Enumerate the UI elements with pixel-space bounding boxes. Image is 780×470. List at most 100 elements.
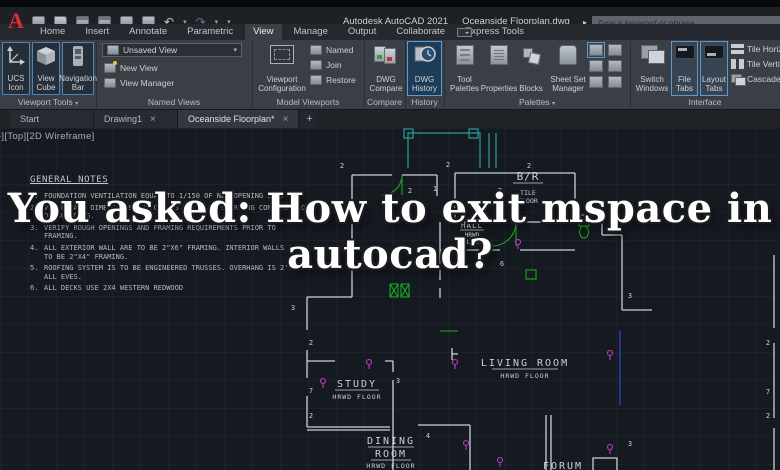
- file-tabs-toggle-button[interactable]: File Tabs: [671, 41, 698, 96]
- panel-label-model-viewports[interactable]: Model Viewports: [252, 97, 364, 107]
- panel-label-history[interactable]: History: [405, 97, 444, 107]
- view-cube-toggle-button[interactable]: View Cube: [32, 42, 60, 95]
- palette-mini-button-2-icon[interactable]: [608, 44, 622, 56]
- palette-mini-button-6-icon[interactable]: [608, 76, 622, 88]
- ribbon-display-toggle-icon[interactable]: [457, 28, 472, 37]
- tile-vertically-label[interactable]: Tile Vertically: [747, 59, 780, 69]
- switch-windows-icon: [641, 45, 665, 64]
- navigation-bar-toggle-button[interactable]: Navigation Bar: [59, 42, 97, 95]
- palette-mini-button-5-icon[interactable]: [589, 76, 603, 88]
- palette-mini-button-4-icon[interactable]: [608, 60, 622, 72]
- cascade-icon[interactable]: [731, 74, 746, 86]
- blocks-icon: [522, 45, 540, 65]
- keynote-number: 3: [396, 377, 400, 385]
- keynote-number: 4: [426, 432, 430, 440]
- keynote-number: 2: [446, 161, 450, 169]
- tab-home[interactable]: Home: [32, 24, 73, 40]
- tab-insert[interactable]: Insert: [77, 24, 117, 40]
- keynote-number: 3: [291, 304, 295, 312]
- properties-button[interactable]: Properties: [481, 41, 517, 96]
- headline-line-1: You asked: How to exit mspace in: [7, 185, 773, 232]
- menu-item-label: Join: [326, 60, 342, 70]
- panel-label-compare[interactable]: Compare: [364, 97, 405, 107]
- panel-label-named-views[interactable]: Named Views: [96, 97, 252, 107]
- tab-parametric[interactable]: Parametric: [179, 24, 241, 40]
- named-viewport-icon: [310, 45, 322, 55]
- autocad-logo[interactable]: A: [4, 8, 28, 36]
- room-label-dining: DINING: [367, 436, 415, 447]
- new-drawing-tab-button[interactable]: +: [301, 110, 318, 128]
- tab-collaborate[interactable]: Collaborate: [388, 24, 453, 40]
- tab-manage[interactable]: Manage: [286, 24, 336, 40]
- menu-item-label: Restore: [326, 75, 356, 85]
- file-tab-bar: Start Drawing1 × Oceanside Floorplan* × …: [0, 109, 780, 128]
- button-label: Navigation Bar: [59, 74, 97, 92]
- file-tab-drawing1[interactable]: Drawing1 ×: [94, 110, 178, 128]
- file-tab-label: Drawing1: [104, 114, 143, 124]
- tile-vertically-icon[interactable]: [731, 59, 744, 69]
- palette-mini-button-1-icon[interactable]: [587, 42, 605, 58]
- sheet-set-manager-icon: [559, 45, 577, 65]
- file-tab-start[interactable]: Start: [10, 110, 94, 128]
- keynote-number: 2: [309, 339, 313, 347]
- caret-down-icon: ▾: [552, 101, 556, 107]
- file-tab-oceanside-floorplan[interactable]: Oceanside Floorplan* ×: [178, 110, 300, 128]
- ucs-icon-toggle-button[interactable]: UCS Icon: [2, 42, 30, 95]
- button-label: UCS Icon: [7, 74, 25, 92]
- view-manager-button[interactable]: View Manager: [104, 78, 174, 88]
- keynote-number: 7: [309, 387, 313, 395]
- tab-view[interactable]: View: [245, 24, 282, 40]
- keynote-number: 3: [628, 440, 632, 448]
- dwg-history-clock-icon: [414, 46, 436, 62]
- view-dropdown[interactable]: Unsaved View ▾: [102, 43, 242, 57]
- viewport-configuration-button[interactable]: Viewport Configuration: [258, 41, 306, 96]
- layout-tabs-toggle-button[interactable]: Layout Tabs: [700, 41, 728, 96]
- room-label-forum: FORUM: [543, 461, 583, 470]
- panel-label-palettes[interactable]: Palettes ▾: [444, 97, 630, 107]
- dwg-compare-icon: [374, 45, 398, 65]
- switch-windows-button[interactable]: Switch Windows: [634, 41, 670, 96]
- restore-viewport-button[interactable]: Restore: [310, 75, 356, 85]
- panel-label-viewport-tools[interactable]: Viewport Tools ▾: [0, 97, 96, 107]
- ucs-axes-icon: [7, 46, 25, 65]
- sheet-set-manager-button[interactable]: Sheet Set Manager: [548, 41, 588, 96]
- named-viewport-button[interactable]: Named: [310, 45, 353, 55]
- button-label: Viewport Configuration: [258, 75, 306, 93]
- menu-item-label: New View: [120, 63, 158, 73]
- cascade-label[interactable]: Cascade: [747, 74, 780, 84]
- palette-mini-button-3-icon[interactable]: [589, 60, 603, 72]
- room-sub-label: HRWD FLOOR: [366, 462, 415, 470]
- file-tab-label: Oceanside Floorplan*: [188, 114, 275, 124]
- dwg-history-button[interactable]: DWG History: [407, 41, 442, 96]
- join-viewport-icon: [310, 60, 322, 70]
- room-sub-label: HRWD FLOOR: [500, 372, 549, 380]
- floorplan-drawing: B/R TILE FLOOR HALL HRWD FLOOR LIVING RO…: [291, 128, 775, 470]
- room-label-br: B/R: [517, 170, 540, 183]
- tab-annotate[interactable]: Annotate: [121, 24, 175, 40]
- ribbon-tab-bar: Home Insert Annotate Parametric View Man…: [0, 24, 780, 40]
- keynote-number: 2: [766, 339, 770, 347]
- join-viewport-button[interactable]: Join: [310, 60, 342, 70]
- drawing-canvas[interactable]: [-][Top][2D Wireframe] GENERAL NOTES 1. F…: [0, 128, 780, 470]
- menu-item-label: View Manager: [120, 78, 175, 88]
- dwg-compare-button[interactable]: DWG Compare: [368, 41, 404, 96]
- button-label: DWG History: [412, 75, 437, 93]
- ribbon: UCS Icon View Cube Navigation Bar Unsave…: [0, 40, 780, 109]
- tool-palettes-button[interactable]: Tool Palettes: [448, 41, 481, 96]
- tab-output[interactable]: Output: [340, 24, 385, 40]
- blocks-button[interactable]: Blocks: [516, 41, 546, 96]
- keynote-number: 2: [766, 412, 770, 420]
- menu-item-label: Named: [326, 45, 354, 55]
- tile-horizontally-icon[interactable]: [731, 44, 744, 54]
- panel-label-interface[interactable]: Interface: [630, 97, 780, 107]
- close-icon[interactable]: ×: [283, 114, 289, 125]
- properties-icon: [490, 45, 508, 65]
- button-label: Sheet Set Manager: [550, 75, 586, 93]
- button-label: Blocks: [519, 84, 543, 93]
- tile-horizontally-label[interactable]: Tile Horizontally: [747, 44, 780, 54]
- keynote-number: 3: [628, 292, 632, 300]
- close-icon[interactable]: ×: [150, 114, 156, 125]
- button-label: Layout Tabs: [701, 75, 727, 93]
- new-view-button[interactable]: New View: [104, 61, 158, 73]
- room-label-living-room: LIVING ROOM: [481, 358, 569, 369]
